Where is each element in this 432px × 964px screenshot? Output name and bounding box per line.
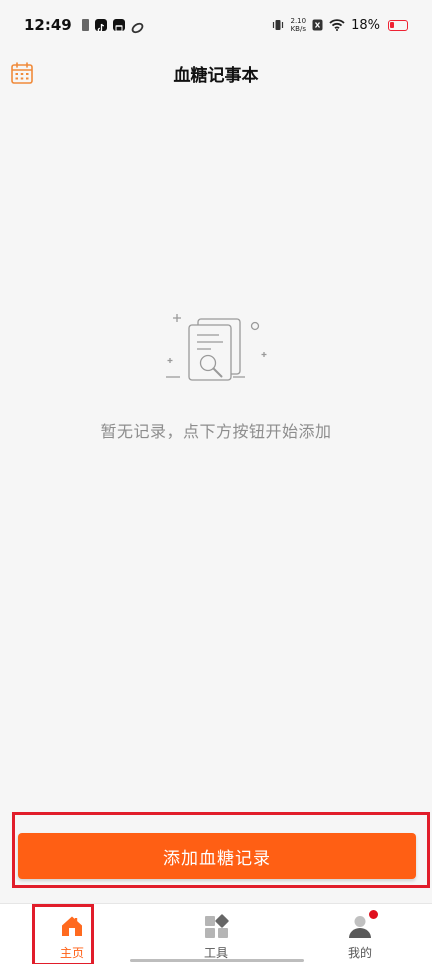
battery-saver-icon: [81, 19, 89, 31]
tab-profile[interactable]: 我的: [320, 904, 400, 964]
gesture-home-indicator[interactable]: [130, 959, 304, 962]
network-speed-unit: KB/s: [290, 25, 306, 33]
app-store-icon: [112, 19, 125, 32]
link-app-icon: [131, 19, 144, 34]
calendar-icon[interactable]: [10, 61, 34, 85]
battery-percent: 18%: [351, 17, 380, 33]
empty-state-message: 暂无记录，点下方按钮开始添加: [100, 422, 332, 441]
tiktok-icon: [94, 19, 107, 33]
status-time: 12:49: [24, 16, 72, 34]
document-search-icon: [160, 310, 272, 386]
tools-grid-icon: [204, 914, 229, 938]
highlight-box-home: [32, 904, 94, 964]
add-record-button[interactable]: 添加血糖记录: [18, 833, 416, 879]
status-bar: 12:49 2.10 KB/s 18%: [0, 0, 432, 50]
notification-badge: [368, 909, 379, 920]
no-sim-icon: [312, 16, 323, 35]
battery-icon: [388, 19, 408, 31]
network-speed-value: 2.10: [290, 17, 307, 25]
page-title: 血糖记事本: [173, 65, 259, 86]
tab-tools[interactable]: 工具: [176, 904, 256, 964]
wifi-icon: [329, 16, 345, 35]
vibrate-icon: [271, 16, 285, 35]
network-speed: 2.10 KB/s: [291, 17, 307, 33]
battery-level: [390, 21, 394, 28]
tab-profile-label: 我的: [347, 946, 372, 960]
app-header: 血糖记事本: [0, 50, 432, 96]
